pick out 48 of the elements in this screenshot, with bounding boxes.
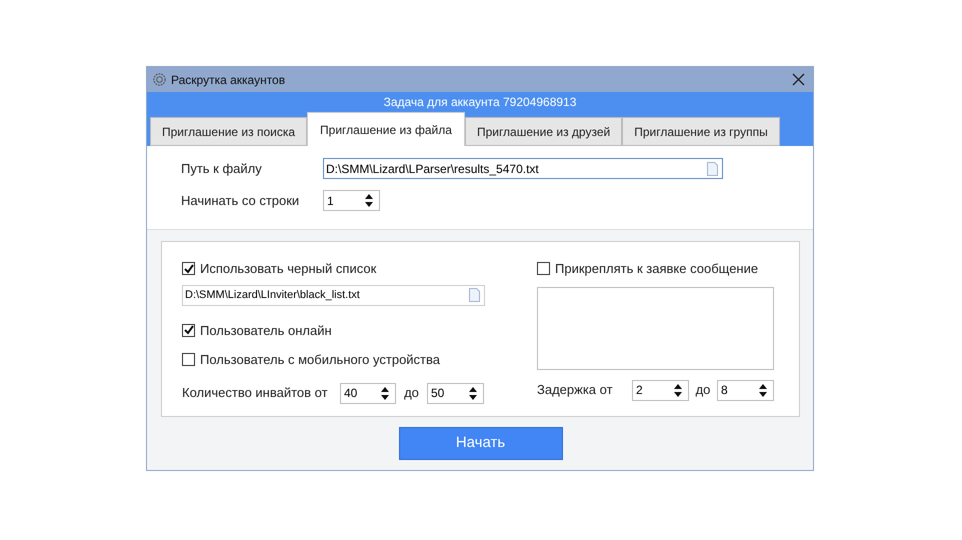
checkbox[interactable] bbox=[537, 262, 550, 276]
blacklist-path-field[interactable]: D:\SMM\Lizard\LInviter\black_list.txt bbox=[182, 284, 485, 306]
tab[interactable]: Приглашение из файла bbox=[307, 112, 465, 146]
field-label: до bbox=[403, 384, 420, 402]
field-value: D:\SMM\Lizard\LInviter\black_list.txt bbox=[185, 288, 360, 303]
spinner-value: 1 bbox=[327, 192, 334, 210]
checkmark-icon bbox=[184, 264, 194, 274]
close-icon[interactable] bbox=[792, 73, 805, 86]
up-down-arrows-icon[interactable] bbox=[674, 384, 682, 396]
up-down-arrows-icon[interactable] bbox=[381, 386, 389, 400]
checkbox-label: Пользователь с мобильного устройства bbox=[200, 351, 440, 369]
number-spinner[interactable]: 40 bbox=[340, 382, 396, 404]
field-label: Задержка от bbox=[537, 381, 614, 400]
tab[interactable]: Приглашение из друзей bbox=[464, 117, 622, 146]
checkmark-icon bbox=[184, 325, 194, 336]
checkbox-option[interactable]: Использовать черный список bbox=[182, 259, 485, 278]
up-down-arrows-icon[interactable] bbox=[759, 384, 767, 396]
field-value: D:\SMM\Lizard\LParser\results_5470.txt bbox=[326, 160, 539, 178]
field-label: Путь к файлу bbox=[181, 160, 263, 178]
number-spinner[interactable]: 8 bbox=[717, 380, 774, 400]
up-down-arrows-icon[interactable] bbox=[365, 194, 373, 207]
checkbox-option[interactable]: Пользователь с мобильного устройства bbox=[182, 350, 485, 370]
checkbox-label: Использовать черный список bbox=[200, 260, 376, 278]
spinner-value: 50 bbox=[431, 385, 444, 402]
number-spinner[interactable]: 1 bbox=[323, 190, 380, 211]
tab[interactable]: Приглашение из группы bbox=[622, 117, 780, 146]
gear-icon bbox=[152, 72, 167, 87]
checkbox-label: Пользователь онлайн bbox=[200, 322, 332, 340]
tab[interactable]: Приглашение из поиска bbox=[150, 117, 308, 146]
header-title: Задача для аккаунта 79204968913 bbox=[382, 94, 578, 111]
field-label: до bbox=[694, 381, 712, 400]
spinner-value: 8 bbox=[721, 382, 728, 399]
checkbox[interactable] bbox=[182, 262, 195, 276]
window-title: Раскрутка аккаунтов bbox=[171, 72, 286, 88]
checkbox-option[interactable]: Прикреплять к заявке сообщение bbox=[537, 259, 774, 278]
number-spinner[interactable]: 50 bbox=[427, 382, 484, 404]
field-label: Количество инвайтов от bbox=[182, 384, 329, 402]
spinner-value: 2 bbox=[636, 382, 643, 399]
up-down-arrows-icon[interactable] bbox=[469, 386, 477, 400]
checkbox[interactable] bbox=[182, 324, 195, 337]
file-path-field[interactable]: D:\SMM\Lizard\LParser\results_5470.txt bbox=[323, 158, 723, 179]
checkbox-option[interactable]: Пользователь онлайн bbox=[182, 320, 485, 340]
checkbox-label: Прикреплять к заявке сообщение bbox=[555, 260, 758, 278]
field-label: Начинать со строки bbox=[181, 192, 300, 210]
checkbox[interactable] bbox=[182, 353, 195, 366]
spinner-value: 40 bbox=[344, 385, 358, 402]
number-spinner[interactable]: 2 bbox=[632, 380, 689, 400]
start-button[interactable]: Начать bbox=[398, 427, 562, 460]
